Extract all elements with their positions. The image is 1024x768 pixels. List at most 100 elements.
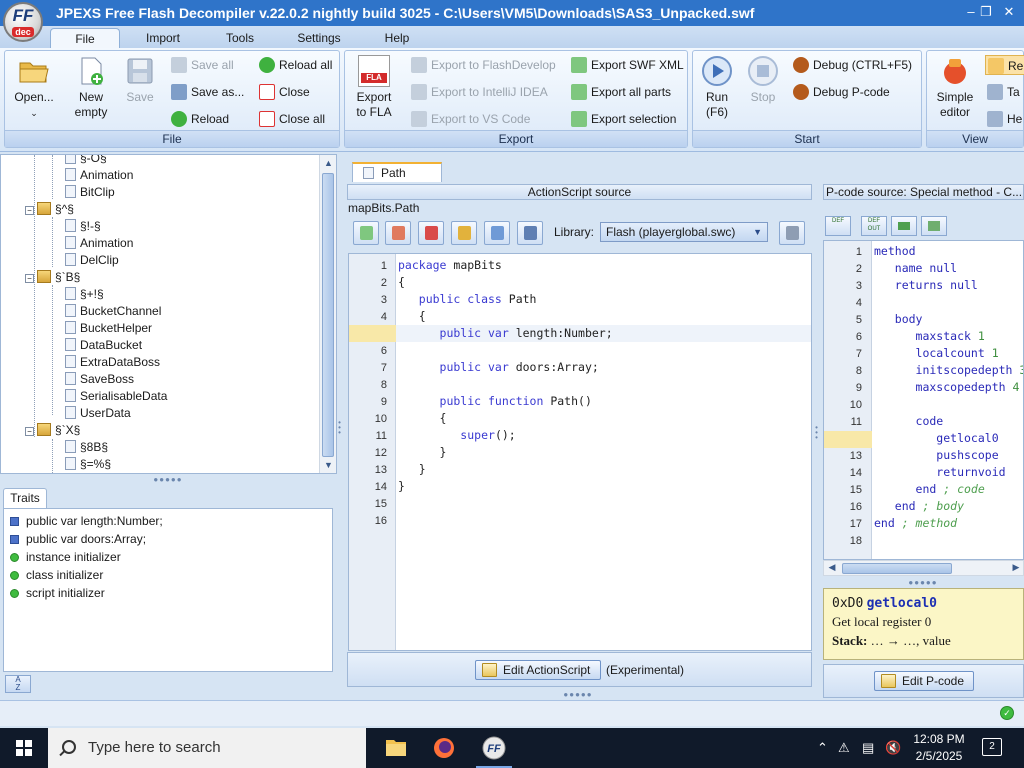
export-pdf-button[interactable] [418,221,444,245]
export-all-parts-button[interactable]: Export all parts [569,82,671,102]
list-button[interactable] [517,221,543,245]
splitter-grip-icon[interactable]: ●●●●● [905,578,941,587]
scroll-right-icon[interactable]: ▶ [1008,560,1024,574]
graph-button[interactable] [484,221,510,245]
file-explorer-button[interactable] [372,728,420,768]
splitter-grip-icon[interactable]: ●●●●● [150,475,186,484]
restore-button[interactable]: ❐ [977,3,995,21]
open-button[interactable]: Open... ⌄ [9,55,59,121]
edit-actionscript-button[interactable]: Edit ActionScript [475,660,601,680]
collapse-icon[interactable]: − [25,206,34,215]
close-all-button[interactable]: Close all [257,109,325,129]
tree-item[interactable]: §8B§ [65,439,108,456]
close-button[interactable]: ✕ [1000,3,1018,21]
save-button[interactable]: Save [119,55,161,105]
actionscript-editor[interactable]: 12345678910111213141516 package mapBits{… [348,253,812,651]
pcode-horizontal-scrollbar[interactable]: ◀ ▶ [823,560,1024,576]
scrollbar-thumb[interactable] [322,173,334,457]
tree-item[interactable]: DataBucket [65,337,142,354]
tab-tools[interactable]: Tools [212,28,268,48]
security-icon[interactable]: ⚠ [838,740,850,756]
tree-item[interactable]: UserData [65,405,131,422]
network-icon[interactable]: ▤ [862,740,874,756]
tree-scrollbar[interactable]: ▲ ▼ [319,155,336,473]
deobfuscate-button[interactable] [451,221,477,245]
scroll-left-icon[interactable]: ◀ [824,560,840,574]
close-file-button[interactable]: Close [257,82,310,102]
tab-import[interactable]: Import [135,28,191,48]
tree-item[interactable]: Animation [65,167,133,184]
collapse-icon[interactable]: − [25,274,34,283]
run-button[interactable]: Run (F6) [697,55,737,120]
splitter-grip-icon[interactable]: • • • [337,419,343,440]
export-swf-xml-button[interactable]: Export SWF XML [569,55,684,75]
edit-pcode-button[interactable]: Edit P-code [874,671,974,691]
scrollbar-thumb[interactable] [842,563,952,574]
tree-package[interactable]: − §`B§ [25,269,80,286]
tree-item[interactable]: §-O§ [65,155,107,167]
save-all-button[interactable]: Save all [169,55,234,75]
tree-item[interactable]: ExtraDataBoss [65,354,160,371]
remove-trait-button[interactable] [385,221,411,245]
tab-help[interactable]: Help [372,28,422,48]
resources-view-button[interactable]: Re [985,55,1024,75]
ffdec-taskbar-button[interactable]: FF [470,728,518,768]
notifications-button[interactable]: 2 [982,738,1002,756]
export-fla-button[interactable]: FLA Export to FLA [349,55,399,120]
taskbar-clock[interactable]: 12:08 PM 2/5/2025 [905,731,973,765]
trait-item[interactable]: public var length:Number; [10,512,163,530]
tree-item[interactable]: BitClip [65,184,115,201]
debug-pcode-button[interactable]: Debug P-code [791,82,890,102]
tab-path[interactable]: Path [352,162,442,182]
save-as-button[interactable]: Save as... [169,82,244,102]
resource-tree[interactable]: §-O§ Animation BitClip − §^§ §!-§ Animati… [0,154,337,474]
export-flashdevelop-button[interactable]: Export to FlashDevelop [409,55,556,75]
chevron-up-icon[interactable]: ⌃ [817,740,828,756]
tree-item[interactable]: BucketChannel [65,303,161,320]
trait-item[interactable]: class initializer [10,566,103,584]
scroll-down-icon[interactable]: ▼ [320,457,336,473]
taskbar-search[interactable]: Type here to search [48,728,366,768]
sort-az-button[interactable]: A Z [5,675,31,693]
trait-item[interactable]: public var doors:Array; [10,530,146,548]
tab-traits[interactable]: Traits [3,488,47,508]
tree-item[interactable]: Animation [65,235,133,252]
stop-button[interactable]: Stop [743,55,783,105]
pcode-hex-button[interactable] [891,216,917,236]
export-intellij-button[interactable]: Export to IntelliJ IDEA [409,82,548,102]
tree-item[interactable]: SaveBoss [65,371,134,388]
add-trait-button[interactable] [353,221,379,245]
library-settings-button[interactable] [779,221,805,245]
tag-list-view-button[interactable]: Ta [985,82,1020,102]
pcode-def-button[interactable]: DEF [825,216,851,236]
volume-muted-icon[interactable]: 🔇 [885,740,901,756]
new-empty-button[interactable]: New empty [65,55,117,120]
tree-item[interactable]: §=%§ [65,456,111,473]
pcode-function-button[interactable] [921,216,947,236]
splitter-grip-icon[interactable]: • • • [814,424,820,445]
export-selection-button[interactable]: Export selection [569,109,676,129]
tree-item[interactable]: §!-§ [65,218,101,235]
simple-editor-button[interactable]: Simple editor [931,55,979,120]
reload-button[interactable]: Reload [169,109,229,129]
trait-item[interactable]: instance initializer [10,548,121,566]
pcode-def-out-button[interactable]: DEF OUT [861,216,887,236]
tree-package[interactable]: − §^§ [25,201,74,218]
start-button[interactable] [0,728,48,768]
tree-item[interactable]: DelClip [65,252,119,269]
trait-item[interactable]: script initializer [10,584,105,602]
firefox-button[interactable] [420,728,468,768]
scroll-up-icon[interactable]: ▲ [320,155,336,171]
debug-button[interactable]: Debug (CTRL+F5) [791,55,912,75]
tree-item[interactable]: §+!§ [65,286,104,303]
collapse-icon[interactable]: − [25,427,34,436]
tab-settings[interactable]: Settings [290,28,348,48]
tree-item[interactable]: SerialisableData [65,388,167,405]
tree-package[interactable]: − §`X§ [25,422,80,439]
pcode-editor[interactable]: 123456789101112131415161718 method name … [823,240,1024,560]
library-dropdown[interactable]: Flash (playerglobal.swc) ▼ [600,222,768,242]
hex-view-button[interactable]: He [985,109,1022,129]
splitter-grip-icon[interactable]: ●●●●● [560,690,596,699]
tree-item[interactable]: BucketHelper [65,320,152,337]
export-vscode-button[interactable]: Export to VS Code [409,109,530,129]
